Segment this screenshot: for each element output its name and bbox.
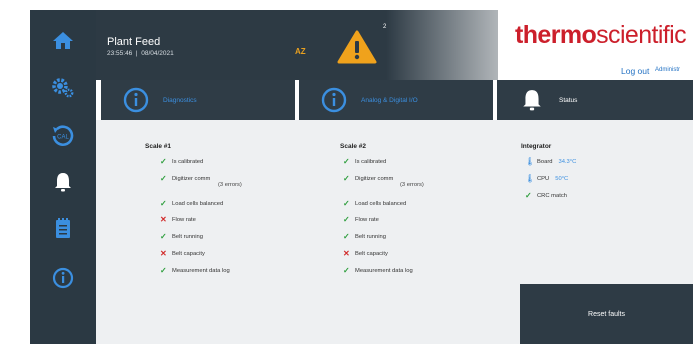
- tab-label: Diagnostics: [163, 96, 197, 104]
- check-icon: ✓: [160, 157, 167, 166]
- sidebar-item-calibration[interactable]: CAL: [30, 116, 96, 156]
- list-item: ✓ Belt running: [343, 232, 386, 241]
- item-label: Belt capacity: [172, 250, 205, 257]
- logout-link[interactable]: Log out: [621, 66, 649, 76]
- sidebar-item-info[interactable]: [30, 258, 96, 298]
- item-label: Belt running: [172, 233, 203, 240]
- item-label: CRC match: [537, 192, 567, 199]
- info-icon: [123, 87, 149, 113]
- settings-icon: [52, 78, 74, 98]
- list-item: ✕ Flow rate: [160, 215, 196, 224]
- list-item: ✓ Flow rate: [343, 215, 379, 224]
- item-label: Flow rate: [355, 216, 379, 223]
- board-temp: 🌡 Board 34.3°C: [525, 157, 576, 166]
- item-label: Belt capacity: [355, 250, 388, 257]
- item-label: Is calibrated: [355, 158, 387, 165]
- tab-diagnostics[interactable]: Diagnostics: [101, 80, 295, 120]
- home-icon: [53, 32, 73, 49]
- sidebar-item-alarms[interactable]: [30, 162, 96, 202]
- list-item: ✓ Load cells balanced: [343, 199, 406, 208]
- thermometer-icon: 🌡: [525, 174, 536, 183]
- item-label: Load cells balanced: [355, 200, 407, 207]
- tab-bar: Diagnostics Analog & Digital I/O Status: [96, 80, 693, 120]
- notepad-icon: [56, 218, 70, 238]
- check-icon: ✓: [343, 174, 350, 183]
- brand-thermo: thermo: [515, 21, 597, 49]
- calibration-icon: CAL: [52, 125, 74, 146]
- list-item: ✕ Belt capacity: [160, 249, 205, 258]
- list-item: ✓ Is calibrated: [343, 157, 386, 166]
- brand-logo: thermoscientific: [515, 21, 687, 50]
- check-icon: ✓: [343, 266, 350, 275]
- bell-icon: [519, 87, 545, 113]
- tab-label: Status: [559, 96, 578, 104]
- list-item: ✓ Belt running: [160, 232, 203, 241]
- sidebar-item-log[interactable]: [30, 208, 96, 248]
- thermometer-icon: 🌡: [525, 157, 536, 166]
- scale1-title: Scale #1: [145, 143, 172, 150]
- calibration-label: CAL: [57, 135, 69, 141]
- sidebar-item-home[interactable]: [30, 20, 96, 60]
- check-icon: ✓: [343, 199, 350, 208]
- tab-status[interactable]: Status: [497, 80, 693, 120]
- check-icon: ✓: [160, 174, 167, 183]
- item-label: Load cells balanced: [172, 200, 224, 207]
- check-icon: ✓: [343, 215, 350, 224]
- user-initials[interactable]: AZ: [295, 47, 306, 56]
- cross-icon: ✕: [160, 215, 167, 224]
- item-label: Measurement data log: [355, 267, 413, 274]
- list-item: ✓ Measurement data log: [343, 266, 413, 275]
- warning-button[interactable]: [337, 30, 377, 69]
- check-icon: ✓: [160, 199, 167, 208]
- check-icon: ✓: [160, 266, 167, 275]
- clock: 23:55:46 | 08/04/2021: [107, 50, 174, 57]
- info-icon: [321, 87, 347, 113]
- item-label: Is calibrated: [172, 158, 204, 165]
- list-item: ✓ Is calibrated: [160, 157, 203, 166]
- cpu-value: 50°C: [555, 175, 569, 182]
- sidebar-item-settings[interactable]: [30, 68, 96, 108]
- error-note: (3 errors): [218, 182, 242, 188]
- sidebar: CAL: [30, 10, 96, 344]
- info-icon: [52, 267, 74, 289]
- item-label: Belt running: [355, 233, 386, 240]
- list-item: ✕ Belt capacity: [343, 249, 388, 258]
- tab-analog-digital-io[interactable]: Analog & Digital I/O: [299, 80, 493, 120]
- cpu-temp: 🌡 CPU 50°C: [525, 174, 568, 183]
- list-item: ✓ Digitizer comm: [160, 174, 210, 183]
- cross-icon: ✕: [343, 249, 350, 258]
- cross-icon: ✕: [160, 249, 167, 258]
- reset-faults-button[interactable]: Reset faults: [520, 284, 693, 344]
- check-icon: ✓: [160, 232, 167, 241]
- board-label: Board: [537, 158, 553, 165]
- tab-label: Analog & Digital I/O: [361, 96, 418, 104]
- item-label: Digitizer comm: [355, 175, 394, 182]
- list-item: ✓ CRC match: [525, 191, 567, 200]
- list-item: ✓ Load cells balanced: [160, 199, 223, 208]
- error-note: (3 errors): [400, 182, 424, 188]
- warning-icon: [337, 30, 377, 64]
- left-margin: [0, 0, 30, 344]
- check-icon: ✓: [343, 157, 350, 166]
- cpu-label: CPU: [537, 175, 550, 182]
- list-item: ✓ Measurement data log: [160, 266, 230, 275]
- brand-scientific: scientific: [596, 21, 687, 49]
- bell-icon: [55, 173, 71, 192]
- list-item: ✓ Digitizer comm: [343, 174, 393, 183]
- scale2-title: Scale #2: [340, 143, 367, 150]
- integrator-title: Integrator: [521, 143, 552, 150]
- item-label: Flow rate: [172, 216, 196, 223]
- check-icon: ✓: [525, 191, 532, 200]
- check-icon: ✓: [343, 232, 350, 241]
- item-label: Measurement data log: [172, 267, 230, 274]
- account-name[interactable]: Administr: [655, 67, 680, 73]
- app-title: Plant Feed: [107, 36, 161, 48]
- board-value: 34.3°C: [558, 158, 577, 165]
- item-label: Digitizer comm: [172, 175, 211, 182]
- header: Plant Feed 23:55:46 | 08/04/2021 AZ 2 th…: [96, 10, 693, 80]
